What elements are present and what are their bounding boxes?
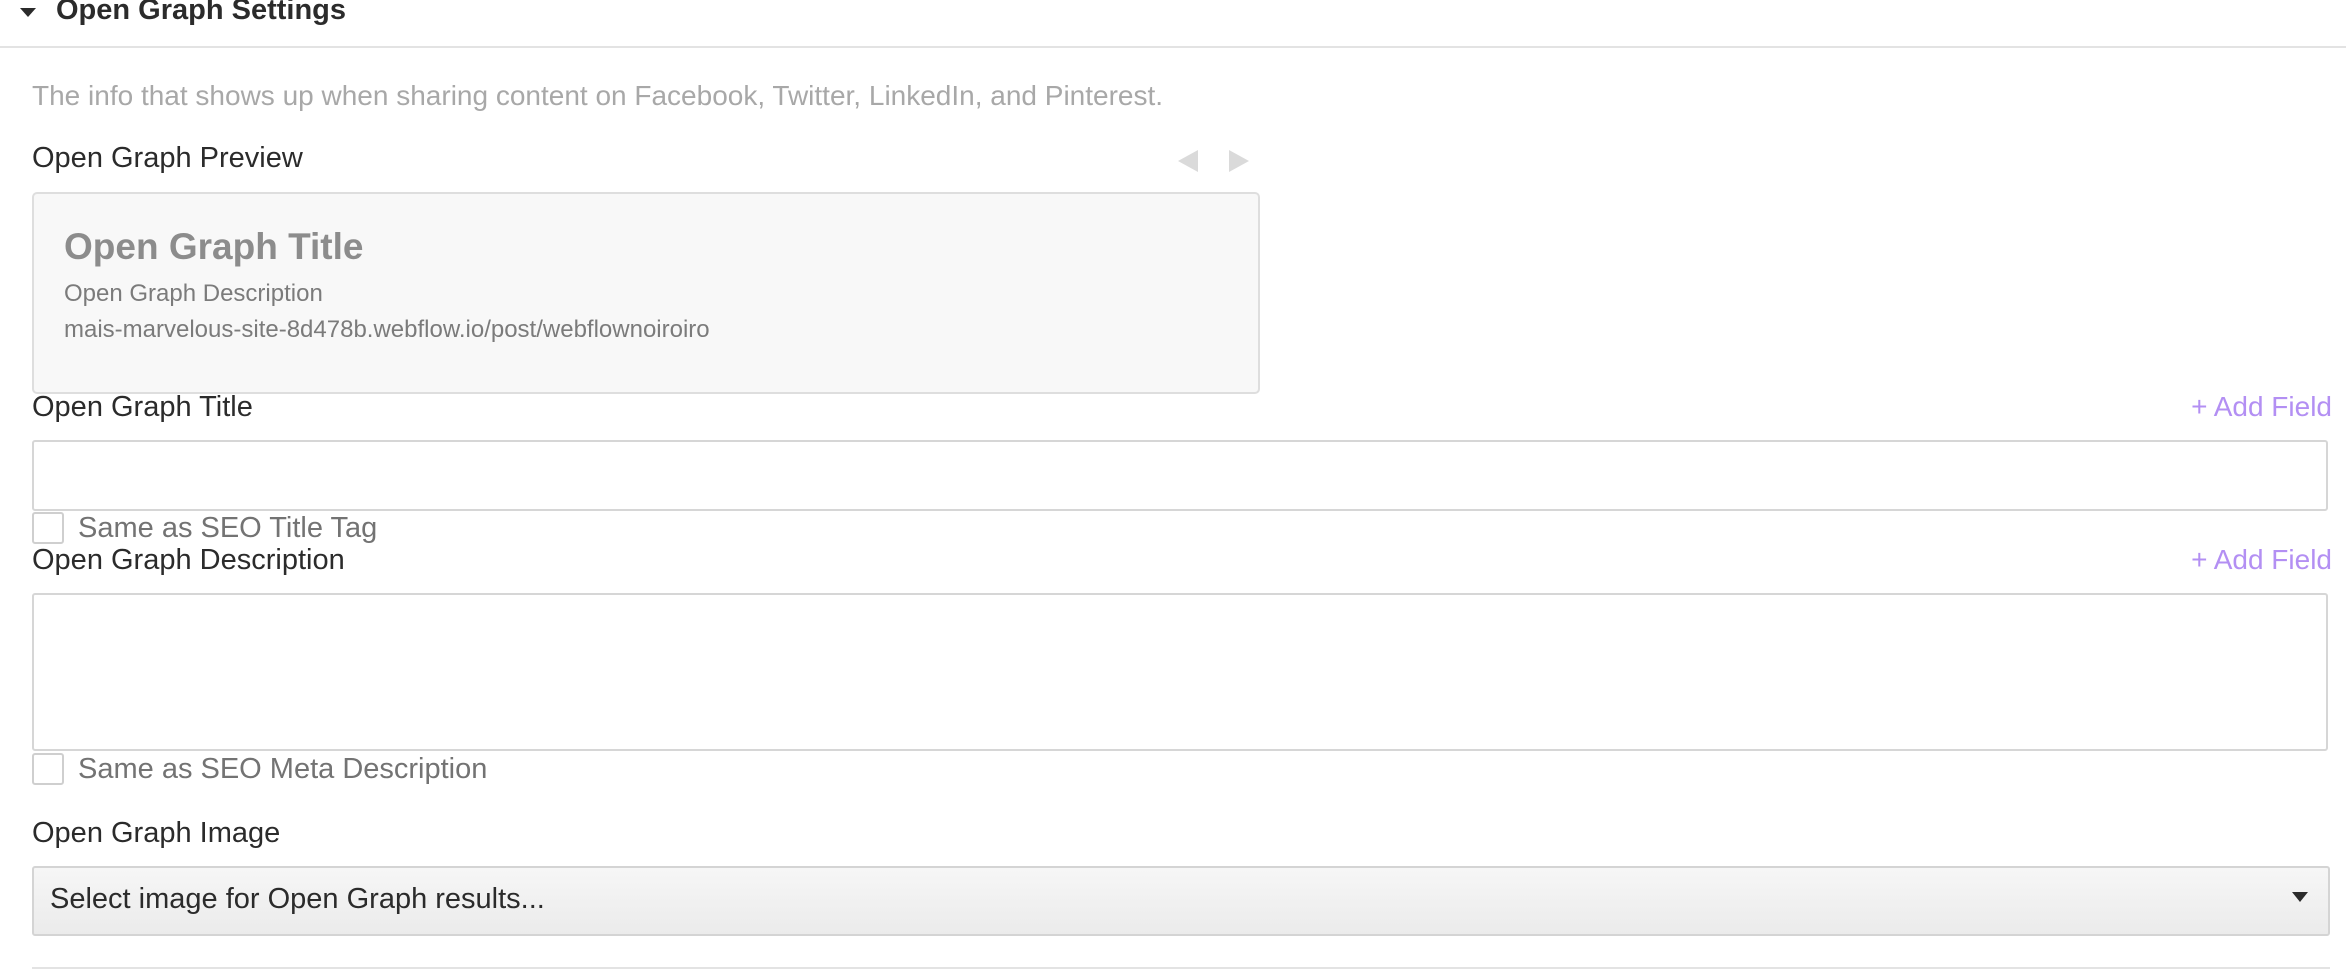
section-description: The info that shows up when sharing cont… xyxy=(32,80,1164,111)
caret-down-icon[interactable] xyxy=(20,8,36,17)
caret-down-icon xyxy=(2292,892,2308,902)
og-title-label: Open Graph Title xyxy=(32,391,253,423)
preview-label: Open Graph Preview xyxy=(32,142,303,174)
arrow-right-icon[interactable] xyxy=(1229,150,1249,172)
og-title-input[interactable] xyxy=(32,440,2328,511)
open-graph-preview-card: Open Graph Title Open Graph Description … xyxy=(32,192,1260,394)
preview-title: Open Graph Title xyxy=(64,226,364,267)
og-image-select[interactable]: Select image for Open Graph results... xyxy=(32,866,2330,936)
same-as-seo-title-checkbox[interactable] xyxy=(32,512,64,544)
preview-url: mais-marvelous-site-8d478b.webflow.io/po… xyxy=(64,316,710,343)
og-image-select-value: Select image for Open Graph results... xyxy=(50,883,545,915)
og-description-textarea[interactable] xyxy=(32,593,2328,751)
arrow-left-icon[interactable] xyxy=(1178,150,1198,172)
og-description-add-field-button[interactable]: + Add Field xyxy=(2191,544,2332,576)
same-as-seo-title-label[interactable]: Same as SEO Title Tag xyxy=(78,512,377,545)
og-description-label: Open Graph Description xyxy=(32,544,345,576)
preview-description: Open Graph Description xyxy=(64,280,323,307)
section-header[interactable]: Open Graph Settings xyxy=(0,0,2346,48)
section-title[interactable]: Open Graph Settings xyxy=(56,0,346,27)
section-divider xyxy=(32,967,2330,969)
og-title-add-field-button[interactable]: + Add Field xyxy=(2191,391,2332,423)
same-as-seo-description-checkbox[interactable] xyxy=(32,753,64,785)
og-image-label: Open Graph Image xyxy=(32,817,281,849)
same-as-seo-description-label[interactable]: Same as SEO Meta Description xyxy=(78,753,487,786)
